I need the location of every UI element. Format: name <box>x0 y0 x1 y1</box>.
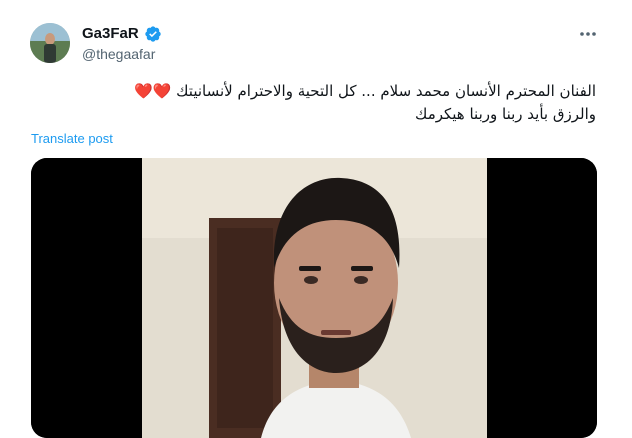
avatar-image <box>30 23 70 63</box>
hearts-emoji: ❤️❤️ <box>134 82 172 100</box>
tweet-text-line-2: والرزق بأيد ربنا وربنا هيكرمك <box>415 105 596 123</box>
more-horizontal-icon[interactable] <box>578 26 598 42</box>
author-handle[interactable]: @thegaafar <box>82 45 155 63</box>
tweet-text-line-1: الفنان المحترم الأنسان محمد سلام ... كل … <box>36 80 596 103</box>
verified-badge-icon <box>145 26 161 42</box>
translate-post-link[interactable]: Translate post <box>31 131 113 147</box>
video-frame-image <box>31 158 597 438</box>
author-avatar[interactable] <box>30 23 70 63</box>
video-media[interactable] <box>31 158 597 438</box>
tweet-text: الفنان المحترم الأنسان محمد سلام ... كل … <box>36 80 596 126</box>
author-display-name[interactable]: Ga3FaR <box>82 25 139 43</box>
tweet-text-line-1-content: الفنان المحترم الأنسان محمد سلام ... كل … <box>176 82 596 100</box>
